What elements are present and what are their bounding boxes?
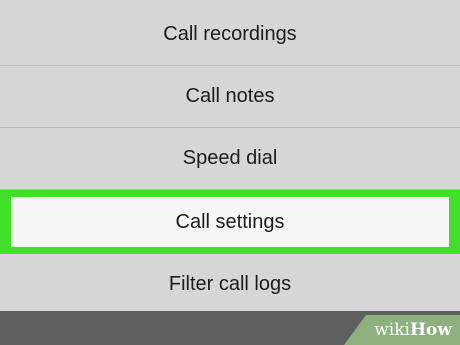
- watermark-wiki: wiki: [374, 320, 410, 340]
- menu-item-filter-call-logs[interactable]: Filter call logs: [0, 254, 460, 316]
- watermark-how: How: [409, 320, 452, 340]
- menu-item-label: Call notes: [185, 85, 275, 107]
- menu-item-label: Speed dial: [182, 147, 278, 169]
- menu-item-call-recordings[interactable]: Call recordings: [0, 0, 460, 66]
- menu-item-label: Filter call logs: [168, 273, 292, 295]
- menu-item-label: Call recordings: [163, 23, 297, 45]
- menu-item-call-notes[interactable]: Call notes: [0, 66, 460, 128]
- options-menu: Call recordings Call notes Speed dial Ca…: [0, 0, 460, 316]
- options-menu-screen: Call recordings Call notes Speed dial Ca…: [0, 0, 460, 345]
- menu-item-speed-dial[interactable]: Speed dial: [0, 128, 460, 190]
- menu-item-call-settings[interactable]: Call settings: [0, 190, 460, 254]
- highlighted-item-box[interactable]: Call settings: [11, 197, 449, 247]
- menu-item-label: Call settings: [175, 210, 285, 233]
